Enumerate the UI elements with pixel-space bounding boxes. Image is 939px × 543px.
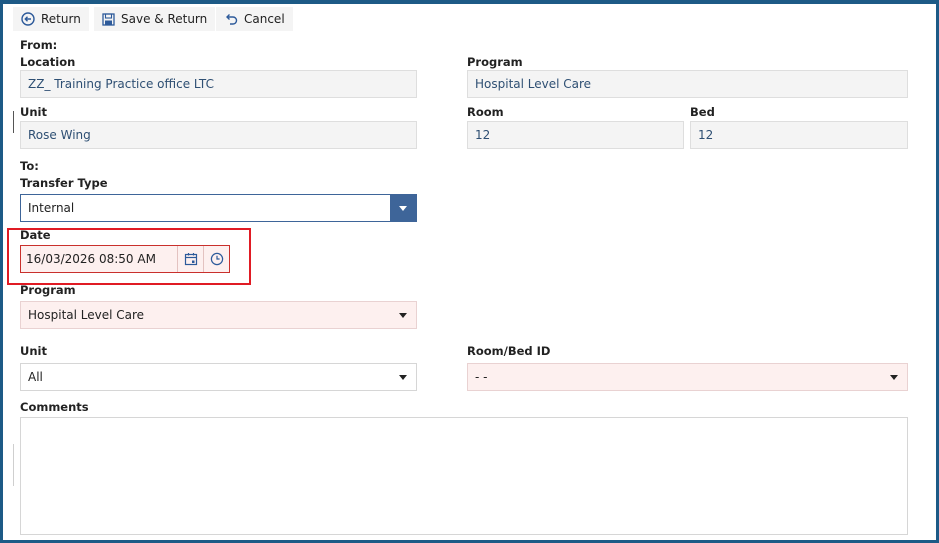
from-unit-field: Rose Wing	[20, 121, 417, 149]
transfer-type-label: Transfer Type	[20, 176, 108, 190]
chevron-down-icon[interactable]	[390, 302, 416, 328]
cancel-label: Cancel	[244, 12, 285, 26]
from-program-label: Program	[467, 55, 523, 69]
from-program-field: Hospital Level Care	[467, 70, 908, 98]
from-heading: From:	[20, 38, 58, 52]
to-unit-label: Unit	[20, 344, 47, 358]
toolbar: Return Save & Return Cancel	[3, 4, 936, 32]
to-program-label: Program	[20, 283, 76, 297]
from-bed-label: Bed	[690, 105, 715, 119]
transfer-form-window: Return Save & Return Cancel From: Locati…	[3, 4, 936, 540]
from-location-label: Location	[20, 55, 76, 69]
roombed-select[interactable]: - -	[467, 363, 908, 391]
return-button[interactable]: Return	[13, 7, 89, 31]
undo-icon	[226, 14, 238, 25]
cancel-button[interactable]: Cancel	[216, 7, 293, 31]
to-heading: To:	[20, 159, 39, 173]
from-room-label: Room	[467, 105, 504, 119]
to-program-value: Hospital Level Care	[28, 308, 145, 322]
comments-label: Comments	[20, 400, 89, 414]
chevron-down-icon[interactable]	[390, 195, 416, 221]
return-label: Return	[41, 12, 81, 26]
to-program-select[interactable]: Hospital Level Care	[20, 301, 417, 329]
roombed-value: - -	[475, 370, 488, 384]
chevron-down-icon[interactable]	[881, 364, 907, 390]
roombed-label: Room/Bed ID	[467, 344, 551, 358]
save-return-button[interactable]: Save & Return	[94, 7, 216, 31]
chevron-down-icon[interactable]	[390, 364, 416, 390]
from-unit-label: Unit	[20, 105, 47, 119]
from-room-field: 12	[467, 121, 684, 149]
to-unit-select[interactable]: All	[20, 363, 417, 391]
comments-textarea[interactable]	[20, 417, 908, 535]
return-circle-icon	[21, 12, 35, 26]
date-highlight-box	[7, 228, 251, 285]
transfer-type-select[interactable]: Internal	[20, 194, 417, 222]
from-bed-field: 12	[690, 121, 908, 149]
transfer-type-value: Internal	[28, 201, 75, 215]
save-disk-icon	[102, 12, 115, 26]
scroll-indicator-lower	[13, 444, 14, 486]
save-return-label: Save & Return	[121, 12, 208, 26]
from-location-field: ZZ_ Training Practice office LTC	[20, 70, 417, 98]
scroll-indicator	[13, 111, 14, 133]
to-unit-value: All	[28, 370, 43, 384]
